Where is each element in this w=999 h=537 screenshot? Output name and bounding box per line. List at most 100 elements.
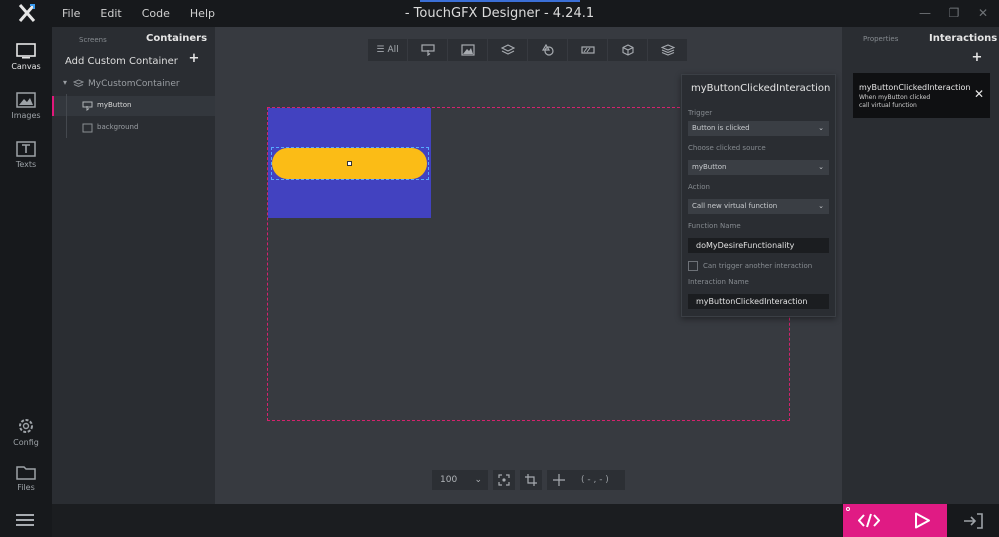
menu-file[interactable]: File <box>62 7 80 20</box>
button-icon <box>82 101 93 111</box>
image-icon <box>460 44 475 56</box>
tab-containers[interactable]: Containers <box>146 33 207 44</box>
fit-icon <box>498 474 510 486</box>
tab-properties[interactable]: Properties <box>863 35 898 43</box>
close-icon[interactable]: ✕ <box>973 88 985 100</box>
selection-bar <box>52 96 54 116</box>
rail-config-label: Config <box>13 438 39 447</box>
tab-interactions[interactable]: Interactions <box>929 33 997 44</box>
status-strip <box>52 504 842 537</box>
can-trigger-checkbox[interactable] <box>688 261 698 271</box>
run-simulator-icon[interactable] <box>913 512 931 529</box>
toolbar-progress-button[interactable] <box>568 39 607 61</box>
tree-item-mybutton[interactable]: myButton <box>52 96 215 116</box>
toolbar-all-button[interactable]: ☰ All <box>368 39 407 61</box>
hamburger-menu-icon[interactable] <box>16 514 34 526</box>
tree-item-label: myButton <box>97 101 132 109</box>
chevron-down-icon: ⌄ <box>818 124 824 132</box>
menu-help[interactable]: Help <box>190 7 215 20</box>
close-window-icon[interactable]: ✕ <box>975 5 991 21</box>
toolbar-containers-button[interactable] <box>488 39 527 61</box>
text-icon <box>16 141 36 157</box>
right-panel: Properties Interactions + myButtonClicke… <box>842 27 999 504</box>
rail-canvas[interactable]: Canvas <box>0 35 52 81</box>
can-trigger-label: Can trigger another interaction <box>703 262 813 270</box>
exit-icon[interactable] <box>963 513 983 529</box>
toolbar-all-label: All <box>387 45 399 55</box>
menu-edit[interactable]: Edit <box>100 7 121 20</box>
status-dot-icon <box>846 507 850 511</box>
editor-title: myButtonClickedInteraction <box>691 83 831 94</box>
rail-texts-label: Texts <box>15 160 37 169</box>
interaction-card[interactable]: myButtonClickedInteraction When myButton… <box>853 73 990 118</box>
toolbar-3d-button[interactable] <box>608 39 647 61</box>
action-label: Action <box>688 183 710 191</box>
add-interaction-button[interactable]: + <box>971 51 983 64</box>
interaction-name-label: Interaction Name <box>688 278 749 286</box>
shapes-icon <box>541 44 554 56</box>
rail-images[interactable]: Images <box>0 84 52 130</box>
app-window: File Edit Code Help - TouchGFX Designer … <box>0 0 999 537</box>
container-icon <box>73 79 84 88</box>
rail-files[interactable]: Files <box>0 456 52 502</box>
container-tree-panel: Screens Containers Add Custom Container … <box>52 27 215 504</box>
chevron-down-icon[interactable]: ▾ <box>63 78 67 87</box>
button-icon <box>420 44 435 56</box>
interaction-name-input[interactable]: myButtonClickedInteraction <box>688 294 829 309</box>
rail-texts[interactable]: Texts <box>0 133 52 179</box>
rail-images-label: Images <box>11 111 41 120</box>
zoom-select[interactable]: 100 ⌄ <box>432 470 488 490</box>
folder-icon <box>16 466 36 480</box>
card-title: myButtonClickedInteraction <box>859 83 971 92</box>
gear-icon <box>19 419 33 433</box>
center-handle[interactable] <box>347 161 352 166</box>
add-custom-container-label: Add Custom Container <box>65 56 178 67</box>
3d-icon <box>621 44 634 56</box>
source-select[interactable]: myButton ⌄ <box>688 160 829 175</box>
trigger-label: Trigger <box>688 109 713 117</box>
source-value: myButton <box>692 163 727 171</box>
title-bar: File Edit Code Help - TouchGFX Designer … <box>0 0 999 27</box>
source-label: Choose clicked source <box>688 144 766 152</box>
tab-screens[interactable]: Screens <box>79 36 107 44</box>
interaction-editor: myButtonClickedInteraction Trigger Butto… <box>681 74 836 317</box>
card-trigger-text: When myButton clicked <box>859 94 931 101</box>
tree-item-label: background <box>97 123 139 131</box>
title-accent-line <box>420 0 580 2</box>
chevron-down-icon: ⌄ <box>818 202 824 210</box>
stack-icon <box>660 44 675 56</box>
menu-bar: File Edit Code Help <box>62 0 215 27</box>
widget-toolbar: ☰ All <box>368 39 687 61</box>
tree-item-mycustomcontainer[interactable]: ▾ MyCustomContainer <box>52 74 215 94</box>
function-name-label: Function Name <box>688 222 741 230</box>
crop-button[interactable] <box>520 470 542 490</box>
maximize-icon[interactable]: ❐ <box>946 5 962 21</box>
toolbar-images-button[interactable] <box>448 39 487 61</box>
list-icon: ☰ <box>376 45 385 55</box>
move-icon <box>553 474 565 486</box>
generate-code-icon[interactable] <box>858 512 880 529</box>
add-custom-container-button[interactable]: + <box>188 52 200 65</box>
rail-canvas-label: Canvas <box>11 62 41 71</box>
toolbar-stack-button[interactable] <box>648 39 687 61</box>
tree-item-background[interactable]: background <box>52 118 215 138</box>
chevron-down-icon: ⌄ <box>474 475 482 485</box>
chevron-down-icon: ⌄ <box>818 163 824 171</box>
image-icon <box>16 92 36 108</box>
zoom-value: 100 <box>440 475 458 485</box>
menu-code[interactable]: Code <box>142 7 170 20</box>
minimize-icon[interactable]: — <box>917 5 933 21</box>
footer-bar <box>0 504 999 537</box>
trigger-select[interactable]: Button is clicked ⌄ <box>688 121 829 136</box>
toolbar-shapes-button[interactable] <box>528 39 567 61</box>
coords-value: ( - , - ) <box>581 475 609 485</box>
function-name-input[interactable]: doMyDesireFunctionality <box>688 238 829 253</box>
action-select[interactable]: Call new virtual function ⌄ <box>688 199 829 214</box>
fit-to-screen-button[interactable] <box>493 470 515 490</box>
toolbar-buttons-button[interactable] <box>408 39 447 61</box>
layers-icon <box>500 44 515 55</box>
rail-config[interactable]: Config <box>0 409 52 455</box>
rail-files-label: Files <box>17 483 35 492</box>
touchgfx-logo-icon <box>18 4 36 22</box>
cursor-coordinates: ( - , - ) <box>547 470 625 490</box>
